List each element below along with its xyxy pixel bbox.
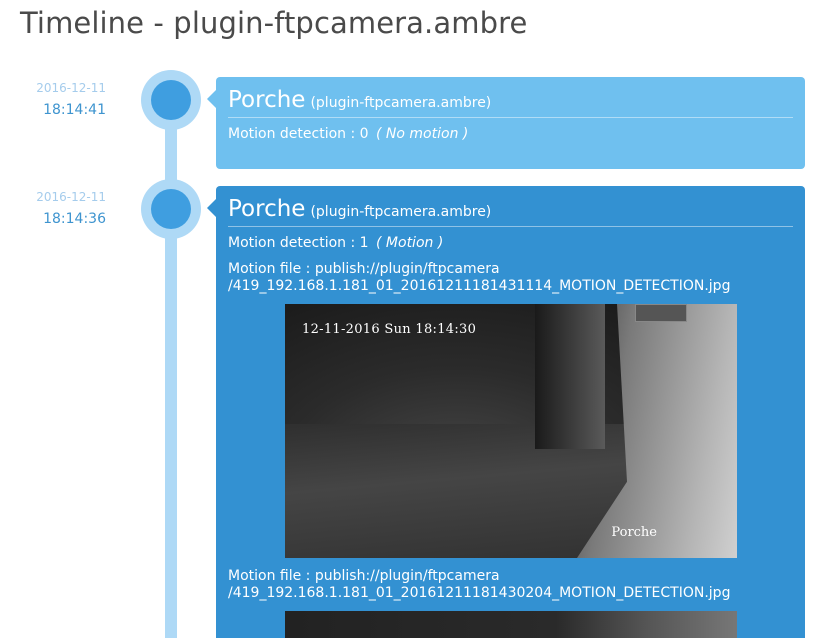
motion-snapshot-image[interactable]: [285, 611, 737, 638]
card-header: Porche (plugin-ftpcamera.ambre): [228, 87, 793, 118]
card-pointer: [207, 199, 216, 217]
event-source: (plugin-ftpcamera.ambre): [310, 95, 492, 111]
snapshot-camera-label: Porche: [611, 525, 657, 540]
motion-file-path[interactable]: Motion file : publish://plugin/ftpcamera…: [228, 261, 793, 295]
timeline-line: [165, 80, 177, 638]
card-header: Porche (plugin-ftpcamera.ambre): [228, 196, 793, 227]
snapshot-window: [635, 304, 687, 322]
motion-detection-state: ( Motion ): [376, 235, 444, 251]
timeline-marker-icon: [141, 179, 201, 239]
snapshot-timestamp: 12-11-2016 Sun 18:14:30: [302, 322, 477, 337]
timeline-marker-dot-icon: [151, 189, 191, 229]
event-source: (plugin-ftpcamera.ambre): [310, 204, 492, 220]
event-card[interactable]: Porche (plugin-ftpcamera.ambre) Motion de…: [207, 77, 805, 169]
motion-detection-label: Motion detection : 1: [228, 235, 369, 251]
motion-detection-state: ( No motion ): [376, 126, 469, 142]
motion-file-path[interactable]: Motion file : publish://plugin/ftpcamera…: [228, 568, 793, 602]
event-name: Porche: [228, 196, 306, 222]
page-title: Timeline - plugin-ftpcamera.ambre: [20, 6, 528, 40]
timeline-marker-icon: [141, 70, 201, 130]
event-name: Porche: [228, 87, 306, 113]
motion-detection-label: Motion detection : 0: [228, 126, 369, 142]
motion-snapshot-image[interactable]: 12-11-2016 Sun 18:14:30 Porche: [285, 304, 737, 558]
timeline-page: Timeline - plugin-ftpcamera.ambre 2016-1…: [0, 0, 836, 638]
motion-file-name: /419_192.168.1.181_01_20161211181431114_…: [228, 278, 731, 294]
card-pointer: [207, 90, 216, 108]
event-date: 2016-12-11: [36, 190, 106, 204]
motion-file-name: /419_192.168.1.181_01_20161211181430204_…: [228, 585, 731, 601]
event-time: 18:14:41: [43, 102, 106, 118]
motion-detection-row: Motion detection : 0 ( No motion ): [228, 126, 793, 142]
snapshot-door: [535, 304, 605, 449]
motion-file-label: Motion file : publish://plugin/ftpcamera: [228, 568, 500, 584]
motion-file-label: Motion file : publish://plugin/ftpcamera: [228, 261, 500, 277]
event-date: 2016-12-11: [36, 81, 106, 95]
motion-detection-row: Motion detection : 1 ( Motion ): [228, 235, 793, 251]
timeline-marker-dot-icon: [151, 80, 191, 120]
event-time: 18:14:36: [43, 211, 106, 227]
event-card[interactable]: Porche (plugin-ftpcamera.ambre) Motion de…: [207, 186, 805, 638]
